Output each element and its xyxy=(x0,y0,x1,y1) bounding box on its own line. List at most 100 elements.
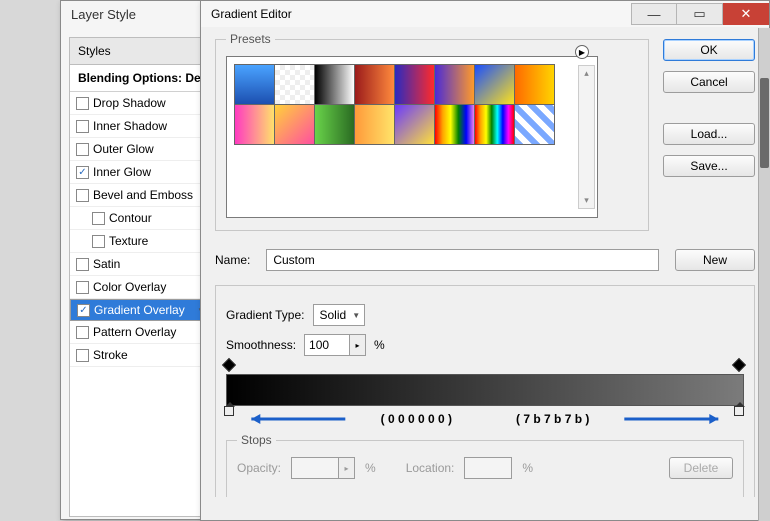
location-label: Location: xyxy=(406,461,455,475)
preset-swatch[interactable] xyxy=(354,64,395,105)
arrow-left-icon xyxy=(228,412,369,426)
style-label: Bevel and Emboss xyxy=(93,188,193,202)
scroll-down-icon[interactable]: ▾ xyxy=(579,193,594,208)
opacity-input xyxy=(291,457,339,479)
checkbox[interactable] xyxy=(77,304,90,317)
percent-label: % xyxy=(374,338,385,352)
style-row-drop-shadow[interactable]: Drop Shadow xyxy=(70,92,210,115)
opacity-stop-left[interactable] xyxy=(224,360,236,372)
style-label: Pattern Overlay xyxy=(93,325,176,339)
preset-swatch[interactable] xyxy=(314,64,355,105)
preset-swatch[interactable] xyxy=(274,64,315,105)
gradient-editor-title: Gradient Editor xyxy=(211,7,292,21)
blending-options-row[interactable]: Blending Options: Default xyxy=(70,65,210,92)
preset-swatch[interactable] xyxy=(274,104,315,145)
annotation-row: ( 0 0 0 0 0 0 ) ( 7 b 7 b 7 b ) xyxy=(228,412,742,426)
style-label: Drop Shadow xyxy=(93,96,166,110)
smoothness-label: Smoothness: xyxy=(226,338,296,352)
checkbox[interactable] xyxy=(76,120,89,133)
preset-swatch[interactable] xyxy=(314,104,355,145)
scroll-up-icon[interactable]: ▴ xyxy=(579,66,594,81)
gradient-config-group: Gradient Type: Solid Smoothness: ▸ % xyxy=(215,285,755,497)
checkbox[interactable] xyxy=(76,349,89,362)
name-input[interactable] xyxy=(266,249,659,271)
presets-group: Presets ▶ ▴ ▾ xyxy=(215,39,649,231)
new-button[interactable]: New xyxy=(675,249,755,271)
style-label: Satin xyxy=(93,257,120,271)
style-label: Inner Glow xyxy=(93,165,151,179)
smoothness-stepper-icon[interactable]: ▸ xyxy=(350,334,366,356)
preset-swatch[interactable] xyxy=(474,64,515,105)
preset-swatch[interactable] xyxy=(514,104,555,145)
style-row-contour[interactable]: Contour xyxy=(70,207,210,230)
preset-swatch[interactable] xyxy=(434,104,475,145)
checkbox[interactable] xyxy=(76,281,89,294)
style-row-outer-glow[interactable]: Outer Glow xyxy=(70,138,210,161)
style-row-pattern-overlay[interactable]: Pattern Overlay xyxy=(70,321,210,344)
presets-menu-icon[interactable]: ▶ xyxy=(575,45,589,59)
preset-swatch[interactable] xyxy=(394,104,435,145)
preset-swatch[interactable] xyxy=(234,64,275,105)
style-label: Contour xyxy=(109,211,152,225)
color-right-annotation: ( 7 b 7 b 7 b ) xyxy=(504,412,601,426)
close-button[interactable]: ✕ xyxy=(723,3,769,25)
presets-label: Presets xyxy=(226,32,275,46)
maximize-button[interactable]: ▭ xyxy=(677,3,723,25)
gradient-editor-window: Gradient Editor — ▭ ✕ Presets ▶ ▴ ▾ xyxy=(200,0,770,521)
checkbox[interactable] xyxy=(76,189,89,202)
cancel-button[interactable]: Cancel xyxy=(663,71,755,93)
presets-scrollbar[interactable]: ▴ ▾ xyxy=(578,65,595,209)
gradient-type-label: Gradient Type: xyxy=(226,308,305,322)
gradient-type-select[interactable]: Solid xyxy=(313,304,366,326)
stops-group: Stops Opacity: ▸ % Location: % Delete xyxy=(226,440,744,497)
opacity-stepper-icon: ▸ xyxy=(339,457,355,479)
page-scrollbar[interactable] xyxy=(758,28,770,521)
window-controls: — ▭ ✕ xyxy=(631,3,769,25)
gradient-bar[interactable] xyxy=(226,374,744,406)
save-button[interactable]: Save... xyxy=(663,155,755,177)
preset-swatch[interactable] xyxy=(434,64,475,105)
presets-box: ▶ ▴ ▾ xyxy=(226,56,598,218)
style-label: Gradient Overlay xyxy=(94,303,185,317)
minimize-button[interactable]: — xyxy=(631,3,677,25)
scrollbar-thumb[interactable] xyxy=(760,78,769,168)
style-row-inner-shadow[interactable]: Inner Shadow xyxy=(70,115,210,138)
style-row-bevel-and-emboss[interactable]: Bevel and Emboss xyxy=(70,184,210,207)
style-label: Inner Shadow xyxy=(93,119,167,133)
checkbox[interactable] xyxy=(76,143,89,156)
style-row-color-overlay[interactable]: Color Overlay xyxy=(70,276,210,299)
location-input xyxy=(464,457,512,479)
style-row-texture[interactable]: Texture xyxy=(70,230,210,253)
ok-button[interactable]: OK xyxy=(663,39,755,61)
smoothness-input[interactable] xyxy=(304,334,350,356)
style-label: Stroke xyxy=(93,348,128,362)
style-row-satin[interactable]: Satin xyxy=(70,253,210,276)
styles-panel: Styles Blending Options: Default Drop Sh… xyxy=(70,38,210,367)
load-button[interactable]: Load... xyxy=(663,123,755,145)
opacity-label: Opacity: xyxy=(237,461,281,475)
preset-swatch[interactable] xyxy=(474,104,515,145)
style-label: Outer Glow xyxy=(93,142,154,156)
checkbox[interactable] xyxy=(76,326,89,339)
name-label: Name: xyxy=(215,253,250,267)
checkbox[interactable] xyxy=(92,235,105,248)
arrow-right-icon xyxy=(601,412,742,426)
checkbox[interactable] xyxy=(76,258,89,271)
style-row-inner-glow[interactable]: Inner Glow xyxy=(70,161,210,184)
style-label: Color Overlay xyxy=(93,280,166,294)
checkbox[interactable] xyxy=(76,166,89,179)
preset-swatch[interactable] xyxy=(234,104,275,145)
delete-button: Delete xyxy=(669,457,733,479)
checkbox[interactable] xyxy=(92,212,105,225)
styles-header[interactable]: Styles xyxy=(70,38,210,65)
color-left-annotation: ( 0 0 0 0 0 0 ) xyxy=(369,412,464,426)
style-row-stroke[interactable]: Stroke xyxy=(70,344,210,367)
gradient-editor-titlebar: Gradient Editor — ▭ ✕ xyxy=(201,1,769,27)
opacity-stop-right[interactable] xyxy=(734,360,746,372)
preset-swatch[interactable] xyxy=(394,64,435,105)
preset-swatch[interactable] xyxy=(354,104,395,145)
checkbox[interactable] xyxy=(76,97,89,110)
preset-swatch[interactable] xyxy=(514,64,555,105)
stops-label: Stops xyxy=(237,433,276,447)
style-row-gradient-overlay[interactable]: Gradient Overlay xyxy=(70,299,210,321)
